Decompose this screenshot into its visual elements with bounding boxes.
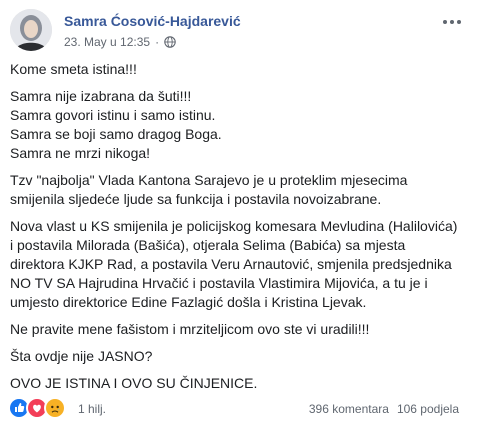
post-timestamp[interactable]: 23. May u 12:35 — [64, 35, 150, 49]
globe-icon — [164, 36, 176, 48]
post-paragraph: Ne pravite mene fašistom i mrziteljicom … — [10, 320, 475, 339]
post-text-line: Tzv "najbolja" Vlada Kantona Sarajevo je… — [10, 172, 408, 188]
post-header: Samra Ćosović-Hajdarević 23. May u 12:35… — [10, 9, 472, 55]
post-text: Kome smeta istina!!! Samra nije izabrana … — [10, 60, 475, 401]
post-paragraph: Šta ovdje nije JASNO? — [10, 347, 475, 366]
comments-count[interactable]: 396 komentara — [309, 402, 389, 416]
post-text-line: NO TV SA Hajrudina Hrvačić i postavila V… — [10, 275, 428, 291]
post-paragraph: Kome smeta istina!!! — [10, 60, 475, 79]
post-stats: 396 komentara 106 podjela — [309, 402, 459, 416]
meta-separator: · — [155, 35, 160, 49]
post-text-line: Kome smeta istina!!! — [10, 61, 137, 77]
post-meta: 23. May u 12:35 · — [64, 35, 176, 49]
post-text-line: Šta ovdje nije JASNO? — [10, 348, 153, 364]
post-paragraph: OVO JE ISTINA I OVO SU ČINJENICE. — [10, 374, 475, 393]
author-name[interactable]: Samra Ćosović-Hajdarević — [64, 13, 241, 29]
post-text-line: Samra govori istinu i samo istinu. — [10, 107, 216, 123]
more-options-icon[interactable] — [440, 14, 464, 30]
shares-count[interactable]: 106 podjela — [397, 402, 459, 416]
post-text-line: Nova vlast u KS smijenila je policijskog… — [10, 218, 458, 234]
post-paragraph: Nova vlast u KS smijenila je policijskog… — [10, 217, 475, 312]
post-text-line: Samra nije izabrana da šuti!!! — [10, 88, 192, 104]
reactions-summary[interactable] — [8, 397, 66, 419]
post-paragraph: Tzv "najbolja" Vlada Kantona Sarajevo je… — [10, 171, 475, 209]
post-text-line: OVO JE ISTINA I OVO SU ČINJENICE. — [10, 375, 258, 391]
post-text-line: Ne pravite mene fašistom i mrziteljicom … — [10, 321, 370, 337]
post-text-line: i postavila Milorada (Bašića), otjerala … — [10, 237, 406, 253]
post-text-line: Samra ne mrzi nikoga! — [10, 145, 151, 161]
sad-reaction-icon — [44, 397, 66, 419]
post-text-line: direktora KJKP Rad, a postavila Veru Arn… — [10, 256, 452, 272]
post-text-line: Samra se boji samo dragog Boga. — [10, 126, 222, 142]
author-avatar[interactable] — [10, 9, 52, 51]
post-text-line: umjesto direktorice Edine Fazlagić došla… — [10, 294, 367, 310]
post-text-line: smijenila sljedeće ljude sa funkcija i p… — [10, 191, 382, 207]
post-footer: 1 hilj. 396 komentara 106 podjela — [8, 394, 473, 420]
facebook-post: Samra Ćosović-Hajdarević 23. May u 12:35… — [0, 0, 481, 425]
reaction-count[interactable]: 1 hilj. — [78, 402, 106, 416]
post-paragraph: Samra nije izabrana da šuti!!! Samra govo… — [10, 87, 475, 163]
